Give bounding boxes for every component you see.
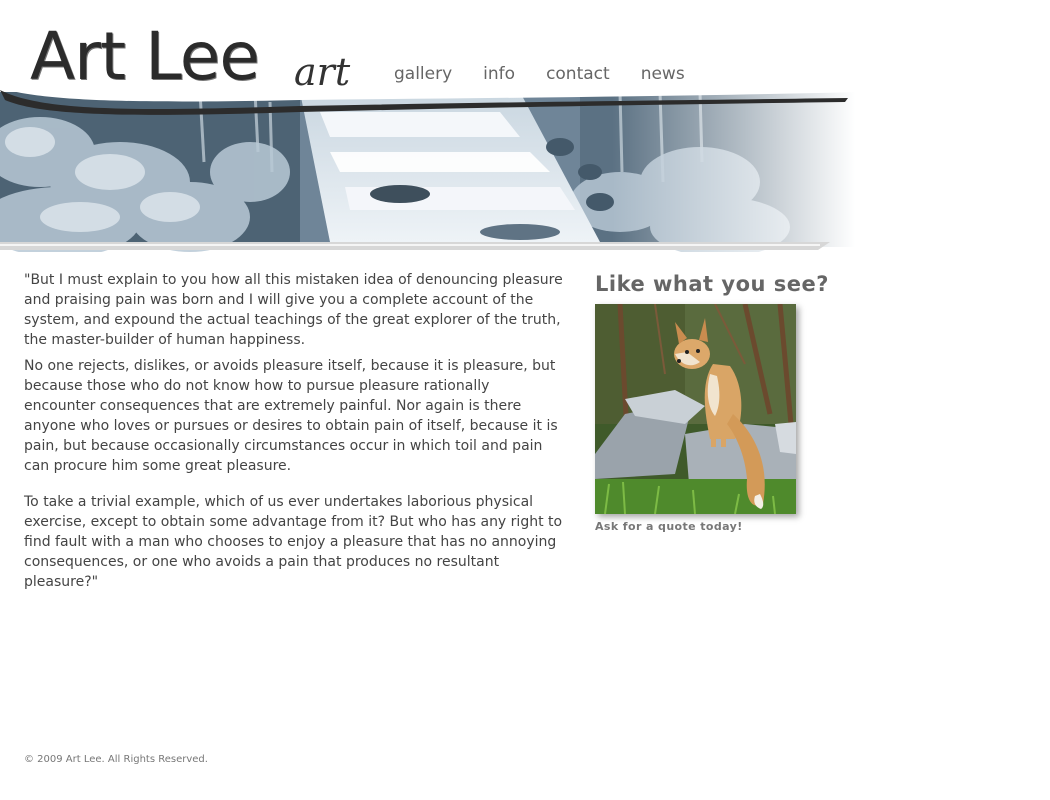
body-paragraph-2: No one rejects, dislikes, or avoids plea… <box>24 358 558 474</box>
sidebar: Like what you see? Ask for a quote today… <box>595 270 855 533</box>
body-paragraph-3: To take a trivial example, which of us e… <box>24 494 563 590</box>
body-paragraph-1: "But I must explain to you how all this … <box>24 272 563 348</box>
nav-news[interactable]: news <box>641 64 685 84</box>
logo-suffix: art <box>294 50 351 94</box>
main-content: "But I must explain to you how all this … <box>24 270 564 598</box>
copyright-text: © 2009 Art Lee. All Rights Reserved. <box>24 754 208 765</box>
nav-info[interactable]: info <box>483 64 515 84</box>
fox-painting-image[interactable] <box>595 304 796 514</box>
quote-caption[interactable]: Ask for a quote today! <box>595 520 855 533</box>
nav-gallery[interactable]: gallery <box>394 64 452 84</box>
sidebar-heading: Like what you see? <box>595 272 829 296</box>
site-header: Art Lee art gallery info contact news <box>0 0 900 260</box>
main-nav: gallery info contact news <box>394 64 685 84</box>
logo-text: Art Lee <box>30 18 260 95</box>
nav-contact[interactable]: contact <box>546 64 610 84</box>
site-logo[interactable]: Art Lee <box>30 18 260 95</box>
